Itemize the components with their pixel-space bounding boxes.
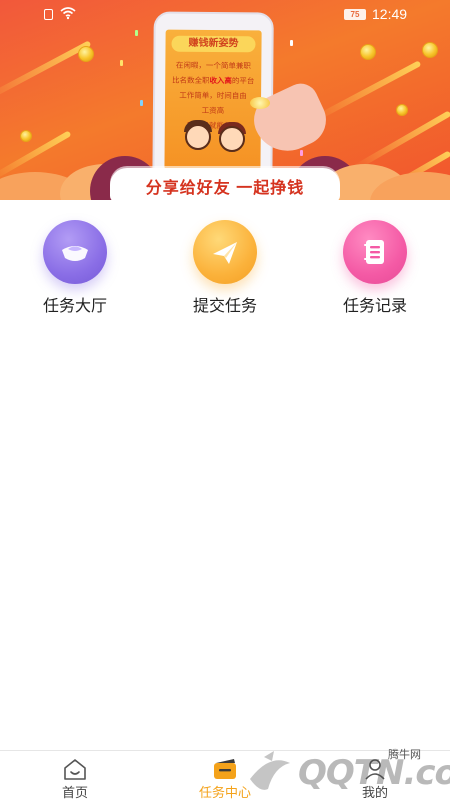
tab-label-task-center: 任务中心 <box>198 785 251 800</box>
confetti <box>135 30 138 36</box>
menu-item-submit-task[interactable]: 提交任务 <box>160 220 290 316</box>
coin-icon <box>360 44 376 60</box>
phone-screen-line-text: 比名数全职收入高的平台 <box>171 75 255 86</box>
tab-task-center[interactable]: 任务中心 <box>150 751 300 800</box>
sim-icon <box>44 9 53 20</box>
light-streak <box>0 40 92 102</box>
confetti <box>120 60 123 66</box>
clock-time: 12:49 <box>372 6 408 22</box>
phone-screen-title: 赚钱新姿势 <box>171 35 256 53</box>
wifi-icon <box>60 7 76 20</box>
coin-icon <box>78 46 94 62</box>
confetti <box>140 100 143 106</box>
bottom-tab-bar: 首页 任务中心 我的 <box>0 750 450 800</box>
phone-screen-line: 在闲暇，一个简单兼职 <box>175 60 251 71</box>
task-menu: 任务大厅 提交任务 任务记录 <box>0 200 450 315</box>
coin-icon <box>396 104 408 116</box>
paper-plane-icon <box>193 220 257 284</box>
menu-label-submit-task: 提交任务 <box>192 298 257 315</box>
home-icon <box>64 759 86 780</box>
glowing-fingertip <box>250 97 270 109</box>
battery-indicator: 75 <box>344 9 366 20</box>
tab-label-home: 首页 <box>61 785 88 800</box>
phone-screen-highlight: 收入高 <box>209 75 232 86</box>
phone-screen-line: 比名数全职收入高的平台 <box>165 73 261 89</box>
phone-screen-line: 工资高 <box>201 105 225 116</box>
phone-screen-line: 工作简单，时间自由 <box>179 90 247 101</box>
kid-face <box>185 124 211 150</box>
tab-home[interactable]: 首页 <box>0 751 150 800</box>
menu-label-task-hall: 任务大厅 <box>42 298 107 315</box>
coin-icon <box>422 42 438 58</box>
menu-item-task-hall[interactable]: 任务大厅 <box>10 220 140 316</box>
tab-label-profile: 我的 <box>361 785 388 800</box>
task-center-icon <box>214 759 236 779</box>
coin-icon <box>20 130 32 142</box>
tab-profile[interactable]: 我的 <box>300 751 450 800</box>
gold-ingot-icon <box>43 220 107 284</box>
profile-icon <box>365 759 385 780</box>
share-ribbon-text: 分享给好友 一起挣钱 <box>145 180 305 197</box>
menu-label-task-record: 任务记录 <box>342 298 407 315</box>
promo-banner[interactable]: 75 12:49 赚钱新姿势 在闲暇，一个简单兼职 比名数全职收入高的平台 工作… <box>0 0 450 200</box>
menu-item-task-record[interactable]: 任务记录 <box>310 220 440 316</box>
notebook-icon <box>343 220 407 284</box>
kid-face <box>219 126 245 152</box>
share-ribbon[interactable]: 分享给好友 一起挣钱 <box>110 168 340 200</box>
confetti <box>290 40 293 46</box>
